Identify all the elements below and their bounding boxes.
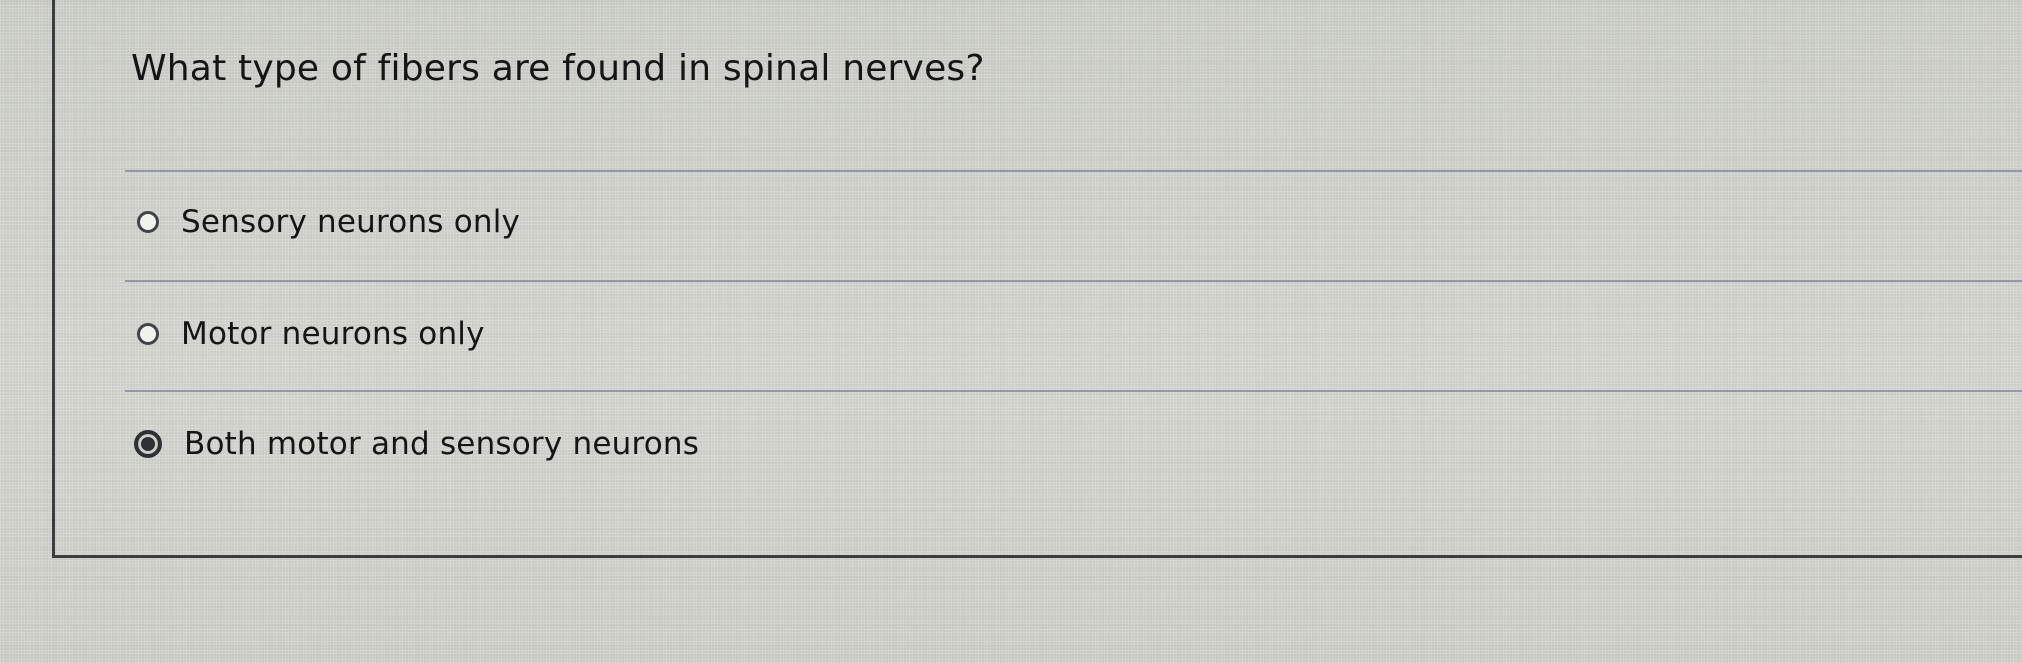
- radio-button-unselected[interactable]: [137, 211, 159, 233]
- question-text: What type of fibers are found in spinal …: [131, 48, 985, 89]
- option-label: Motor neurons only: [181, 316, 485, 352]
- radio-button-unselected[interactable]: [137, 323, 159, 345]
- divider: [125, 390, 2022, 392]
- option-label: Sensory neurons only: [181, 204, 521, 240]
- answer-option-sensory-only[interactable]: Sensory neurons only: [137, 198, 520, 246]
- divider: [125, 170, 2022, 172]
- answer-option-both[interactable]: Both motor and sensory neurons: [134, 420, 700, 468]
- answer-option-motor-only[interactable]: Motor neurons only: [137, 310, 485, 358]
- radio-button-selected[interactable]: [134, 430, 162, 458]
- option-label: Both motor and sensory neurons: [184, 426, 700, 462]
- question-panel: What type of fibers are found in spinal …: [52, 0, 2022, 558]
- divider: [125, 280, 2022, 282]
